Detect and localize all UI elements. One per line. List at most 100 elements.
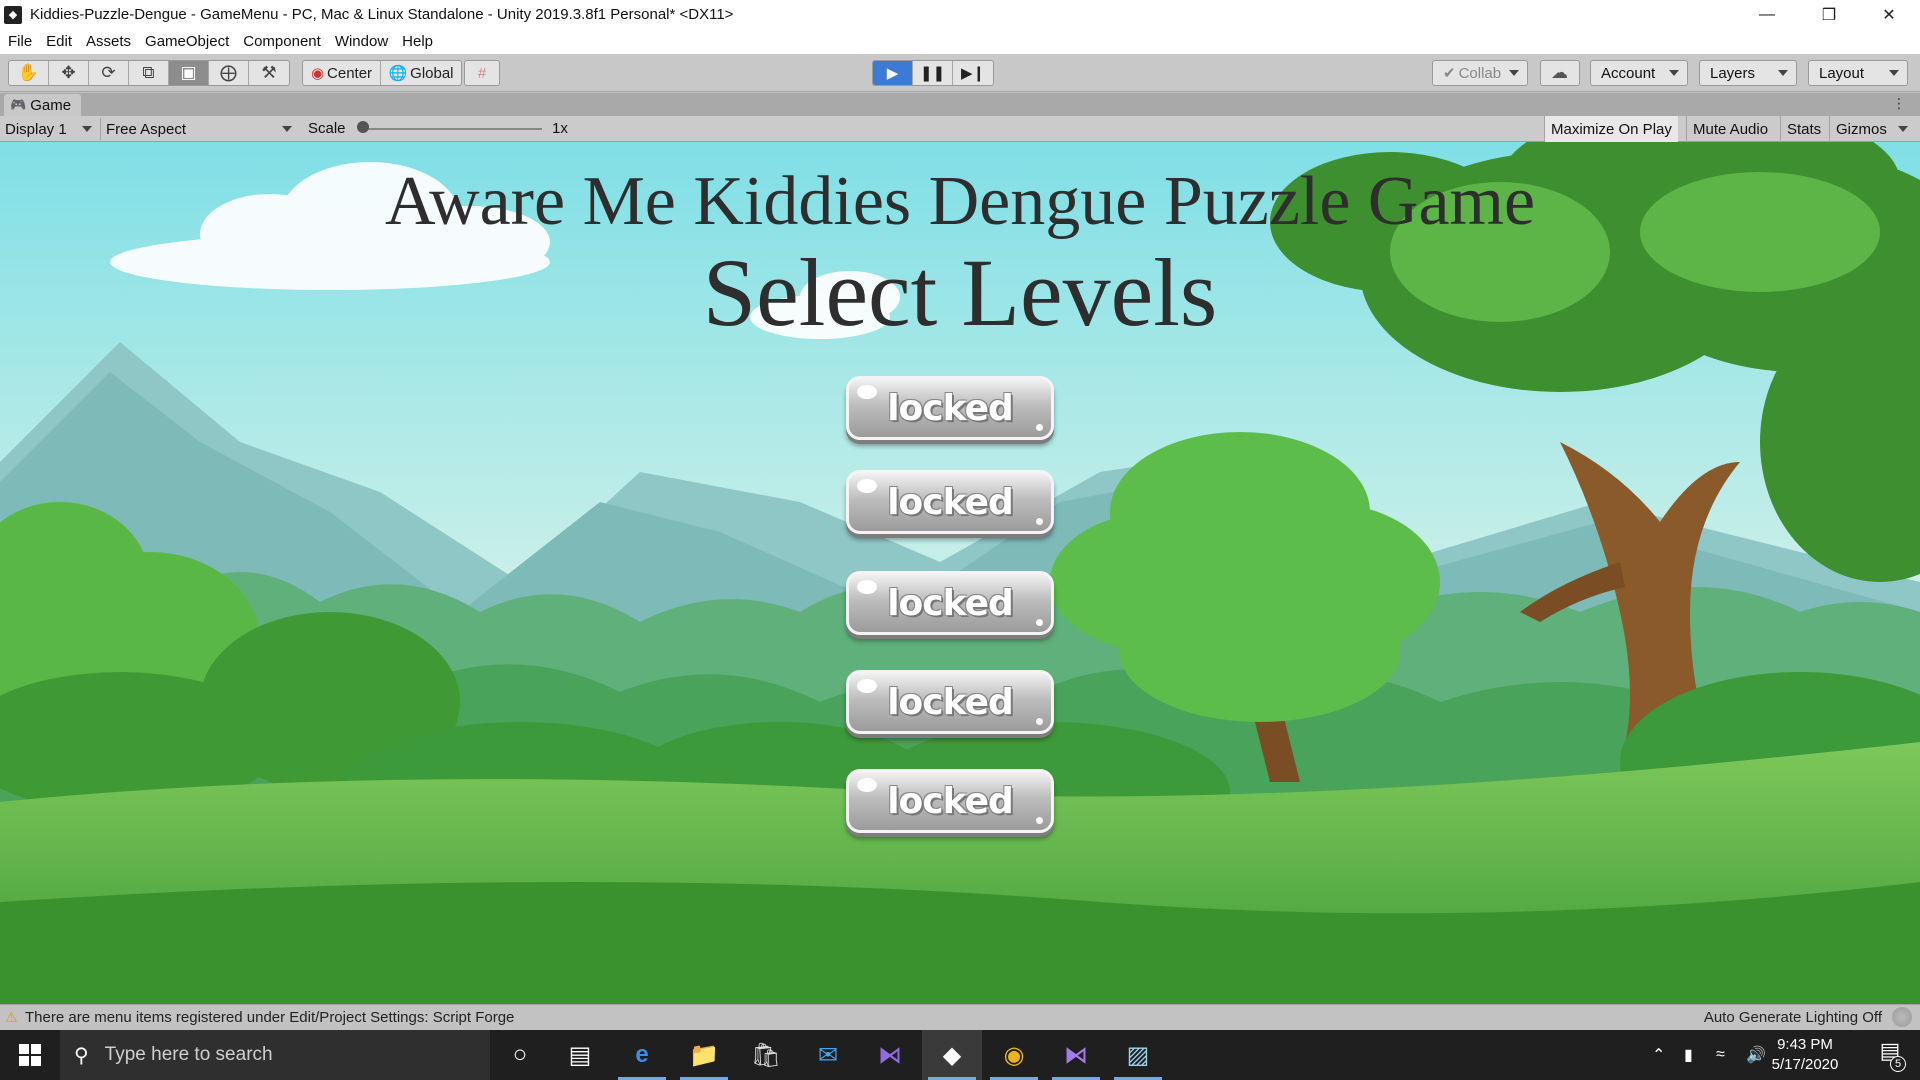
pivot-global-button[interactable]: 🌐 Global (381, 61, 461, 85)
status-bar: ⚠ There are menu items registered under … (0, 1004, 1920, 1030)
step-button[interactable]: ▶❙ (953, 61, 993, 85)
menu-help[interactable]: Help (394, 33, 439, 50)
chevron-down-icon (282, 126, 292, 132)
rotate-tool-icon[interactable]: ⟳ (89, 61, 129, 85)
close-button[interactable]: ✕ (1860, 0, 1918, 29)
tab-game[interactable]: 🎮 Game (4, 94, 82, 116)
level-2-button[interactable]: locked (846, 470, 1054, 534)
mute-audio-toggle[interactable]: Mute Audio (1686, 116, 1774, 142)
restore-button[interactable]: ❒ (1800, 0, 1858, 29)
display-dropdown[interactable]: Display 1 (0, 118, 98, 140)
collab-dropdown[interactable]: ✔ Collab (1432, 60, 1528, 86)
play-controls: ▶ ❚❚ ▶❙ (872, 60, 994, 86)
title-bar: ◆ Kiddies-Puzzle-Dengue - GameMenu - PC,… (0, 0, 1920, 29)
unity-taskbar-icon[interactable]: ◆ (922, 1030, 982, 1080)
chevron-down-icon (1669, 70, 1679, 76)
game-view-controls: Display 1 Free Aspect Scale 1x Maximize … (0, 116, 1920, 142)
edge-icon[interactable]: e (612, 1030, 672, 1080)
scale-slider-track[interactable] (362, 128, 542, 130)
pause-button[interactable]: ❚❚ (913, 61, 953, 85)
level-3-label: locked (887, 582, 1014, 624)
display-label: Display 1 (5, 120, 67, 138)
notes-app-icon[interactable]: ▨ (1108, 1030, 1168, 1080)
pivot-center-button[interactable]: ◉ Center (303, 61, 381, 85)
tab-game-label: Game (30, 96, 72, 114)
task-view-icon[interactable]: ▤ (550, 1030, 610, 1080)
button-shine (1036, 718, 1043, 725)
button-shine (857, 679, 877, 693)
play-button[interactable]: ▶ (873, 61, 913, 85)
move-tool-icon[interactable]: ✥ (49, 61, 89, 85)
menu-gameobject[interactable]: GameObject (137, 33, 235, 50)
chevron-down-icon (1889, 70, 1899, 76)
layout-dropdown[interactable]: Layout (1808, 60, 1908, 86)
custom-tool-icon[interactable]: ⚒ (249, 61, 289, 85)
search-icon: ⚲ (74, 1044, 89, 1067)
layers-dropdown[interactable]: Layers (1699, 60, 1797, 86)
more-options-icon[interactable]: ⋮ (1892, 95, 1906, 112)
pivot-toggles: ◉ Center 🌐 Global (302, 60, 462, 86)
hand-tool-icon[interactable]: ✋ (9, 61, 49, 85)
pivot-icon: ◉ (310, 65, 325, 82)
cloud-icon: ☁ (1551, 63, 1568, 82)
rect-tool-icon[interactable]: ▣ (169, 61, 209, 85)
menu-component[interactable]: Component (235, 33, 327, 50)
gizmos-chevron-down-icon[interactable] (1898, 126, 1908, 132)
level-1-button[interactable]: locked (846, 376, 1054, 440)
account-dropdown[interactable]: Account (1590, 60, 1688, 86)
battery-icon[interactable]: ▮ (1684, 1030, 1693, 1080)
scale-value: 1x (552, 120, 568, 137)
pivot-global-label: Global (410, 64, 454, 82)
status-message[interactable]: There are menu items registered under Ed… (25, 1009, 514, 1026)
aspect-dropdown[interactable]: Free Aspect (100, 118, 298, 140)
pivot-center-label: Center (327, 64, 373, 82)
store-icon[interactable]: 🛍 (736, 1030, 796, 1080)
aspect-label: Free Aspect (106, 120, 187, 138)
visual-studio-icon[interactable]: ⧑ (860, 1030, 920, 1080)
transform-tools: ✋ ✥ ⟳ ⧉ ▣ ⨁ ⚒ (8, 60, 290, 86)
gamepad-icon: 🎮 (10, 97, 27, 112)
menu-edit[interactable]: Edit (38, 33, 78, 50)
level-1-label: locked (887, 387, 1014, 429)
cortana-icon[interactable]: ○ (490, 1030, 550, 1080)
cloud-button[interactable]: ☁ (1540, 60, 1580, 86)
minimize-button[interactable]: — (1738, 0, 1796, 29)
level-3-button[interactable]: locked (846, 571, 1054, 635)
button-shine (1036, 518, 1043, 525)
level-5-button[interactable]: locked (846, 769, 1054, 833)
chrome-icon[interactable]: ◉ (984, 1030, 1044, 1080)
level-2-label: locked (887, 481, 1014, 523)
taskbar-clock[interactable]: 9:43 PM 5/17/2020 (1760, 1035, 1850, 1075)
grid-snap-icon[interactable]: # (465, 61, 499, 85)
search-placeholder: Type here to search (104, 1044, 273, 1065)
scale-label: Scale (308, 120, 346, 137)
file-explorer-icon[interactable]: 📁 (674, 1030, 734, 1080)
menu-assets[interactable]: Assets (78, 33, 137, 50)
maximize-on-play-toggle[interactable]: Maximize On Play (1544, 116, 1678, 142)
start-button[interactable] (0, 1030, 60, 1080)
menu-file[interactable]: File (0, 33, 38, 50)
scale-slider-handle[interactable] (357, 121, 369, 133)
main-toolbar: ✋ ✥ ⟳ ⧉ ▣ ⨁ ⚒ ◉ Center 🌐 Global # ▶ ❚❚ ▶❙ … (0, 54, 1920, 92)
button-shine (857, 778, 877, 792)
show-hidden-icons-icon[interactable]: ⌃ (1652, 1030, 1665, 1080)
step-icon: ▶❙ (960, 65, 986, 82)
visual-studio-code-icon[interactable]: ⧑ (1046, 1030, 1106, 1080)
button-shine (1036, 619, 1043, 626)
taskbar-search[interactable]: ⚲ Type here to search (60, 1030, 490, 1080)
button-shine (857, 385, 877, 399)
level-4-label: locked (887, 681, 1014, 723)
stats-toggle[interactable]: Stats (1780, 116, 1827, 142)
menu-window[interactable]: Window (327, 33, 394, 50)
clock-date: 5/17/2020 (1771, 1056, 1839, 1073)
transform-tool-icon[interactable]: ⨁ (209, 61, 249, 85)
game-title: Aware Me Kiddies Dengue Puzzle Game (384, 163, 1536, 240)
layout-label: Layout (1819, 64, 1865, 82)
notifications-button[interactable]: ▤ 5 (1870, 1038, 1910, 1072)
scale-tool-icon[interactable]: ⧉ (129, 61, 169, 85)
wifi-icon[interactable]: ≈ (1716, 1030, 1725, 1080)
gizmos-toggle[interactable]: Gizmos (1829, 116, 1893, 142)
level-4-button[interactable]: locked (846, 670, 1054, 734)
mail-icon[interactable]: ✉ (798, 1030, 858, 1080)
chevron-down-icon (82, 126, 92, 132)
